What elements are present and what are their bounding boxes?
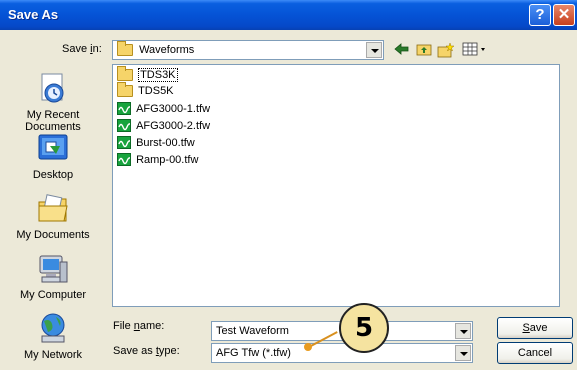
recent-documents-icon — [36, 72, 70, 106]
file-list[interactable]: TDS3K TDS5K AFG3000-1.tfw AFG3000-2.tfw … — [112, 64, 560, 307]
file-name: Burst-00.tfw — [136, 136, 195, 149]
list-item[interactable]: TDS3K — [117, 66, 178, 85]
folder-icon — [117, 66, 133, 82]
file-name: Ramp-00.tfw — [136, 153, 199, 166]
waveform-file-icon — [117, 136, 131, 149]
save-as-dialog: Save As ? ✕ Save in: Waveforms My Recent… — [0, 0, 577, 370]
cancel-button[interactable]: Cancel — [497, 342, 573, 364]
my-network-icon — [36, 312, 70, 346]
chevron-down-icon[interactable] — [366, 42, 382, 58]
list-item[interactable]: Burst-00.tfw — [117, 136, 195, 152]
step-callout-badge: 5 — [339, 303, 389, 353]
chevron-down-icon[interactable] — [455, 345, 471, 361]
file-name: AFG3000-2.tfw — [136, 119, 211, 132]
save-in-value: Waveforms — [139, 44, 195, 56]
back-arrow-icon[interactable] — [393, 42, 411, 58]
place-my-documents[interactable]: My Documents — [0, 192, 106, 241]
close-glyph: ✕ — [557, 6, 571, 23]
place-label: My Computer — [19, 289, 87, 301]
list-item[interactable]: AFG3000-2.tfw — [117, 119, 210, 135]
folder-icon — [117, 41, 133, 57]
save-as-type-label: Save as type: — [113, 345, 180, 357]
callout-pointer-dot — [304, 343, 312, 351]
save-as-type-value: AFG Tfw (*.tfw) — [216, 347, 291, 359]
file-name: AFG3000-1.tfw — [136, 102, 211, 115]
waveform-file-icon — [117, 119, 131, 132]
my-computer-icon — [36, 252, 70, 286]
file-name: TDS3K — [138, 68, 178, 83]
dialog-title: Save As — [8, 7, 59, 22]
place-label: My Documents — [16, 229, 90, 241]
waveform-file-icon — [117, 153, 131, 166]
close-x-icon[interactable]: ✕ — [553, 4, 575, 26]
new-folder-icon[interactable] — [437, 42, 455, 58]
list-item[interactable]: Ramp-00.tfw — [117, 153, 198, 169]
file-name-label: File name: — [113, 320, 165, 332]
places-bar: My Recent Documents Desktop My Documents… — [0, 62, 106, 370]
waveform-file-icon — [117, 102, 131, 115]
place-label: My Recent Documents — [25, 109, 81, 133]
help-glyph: ? — [535, 6, 545, 23]
view-menu-icon[interactable] — [461, 42, 489, 58]
place-my-network[interactable]: My Network — [0, 312, 106, 361]
file-name: TDS5K — [138, 85, 174, 98]
place-desktop[interactable]: Desktop — [0, 132, 106, 181]
save-in-label: Save in: — [62, 43, 102, 55]
place-recent-documents[interactable]: My Recent Documents — [0, 72, 106, 133]
save-as-type-dropdown[interactable]: AFG Tfw (*.tfw) — [211, 343, 473, 363]
folder-icon — [117, 82, 133, 98]
desktop-icon — [36, 132, 70, 166]
up-one-level-icon[interactable] — [415, 42, 433, 58]
save-in-dropdown[interactable]: Waveforms — [112, 40, 384, 60]
place-label: My Network — [23, 349, 83, 361]
place-my-computer[interactable]: My Computer — [0, 252, 106, 301]
list-item[interactable]: AFG3000-1.tfw — [117, 102, 210, 118]
place-label: Desktop — [32, 169, 74, 181]
my-documents-icon — [36, 192, 70, 226]
title-bar[interactable]: Save As ? ✕ — [0, 0, 577, 30]
question-mark-icon[interactable]: ? — [529, 4, 551, 26]
chevron-down-icon[interactable] — [455, 323, 471, 339]
file-name-value: Test Waveform — [216, 325, 289, 337]
save-button[interactable]: Save — [497, 317, 573, 339]
list-item[interactable]: TDS5K — [117, 82, 174, 101]
